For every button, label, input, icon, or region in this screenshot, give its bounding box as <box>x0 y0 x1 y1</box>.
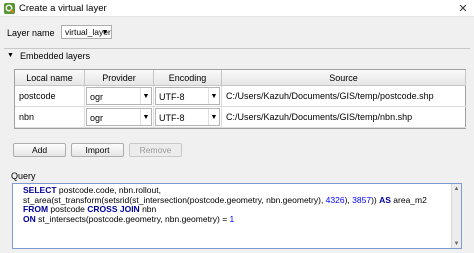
local-name-cell: postcode <box>19 91 56 101</box>
encoding-value: UTF-8 <box>159 113 185 123</box>
chevron-down-icon[interactable]: ▼ <box>208 109 219 125</box>
provider-cell[interactable]: ogr ▼ <box>85 107 154 128</box>
chevron-down-icon[interactable]: ▼ <box>208 88 219 104</box>
provider-cell[interactable]: ogr ▼ <box>85 86 154 107</box>
local-name-cell: nbn <box>19 112 35 122</box>
close-icon[interactable]: ✕ <box>452 0 474 17</box>
provider-value: ogr <box>90 92 104 102</box>
sql-number: 4326 <box>325 194 345 205</box>
chevron-down-icon[interactable]: ▼ <box>140 88 151 104</box>
layer-name-label: Layer name <box>7 28 55 38</box>
encoding-cell[interactable]: UTF-8 ▼ <box>154 107 222 128</box>
sql-number: 1 <box>229 213 235 224</box>
chevron-down-icon[interactable]: ▼ <box>99 26 111 38</box>
embedded-layers-header[interactable]: ▼ Embedded layers <box>4 48 470 62</box>
sql-keyword: SELECT <box>23 185 57 195</box>
embedded-layers-title: Embedded layers <box>20 51 91 61</box>
title-bar: Create a virtual layer ✕ <box>0 0 474 17</box>
query-title: Query <box>11 171 36 181</box>
import-button[interactable]: Import <box>71 143 124 157</box>
source-value: C:/Users/Kazuh/Documents/GIS/temp/postco… <box>226 91 434 101</box>
provider-combo[interactable]: ogr ▼ <box>86 87 152 105</box>
sql-text-segment: area_m2 <box>390 194 427 205</box>
table-row[interactable]: nbn <box>15 107 85 128</box>
sql-keyword: ON <box>23 213 36 224</box>
column-header-encoding[interactable]: Encoding <box>154 70 222 86</box>
encoding-combo[interactable]: UTF-8 ▼ <box>155 108 220 126</box>
scroll-up-icon[interactable]: ▲ <box>452 184 461 193</box>
vertical-scrollbar[interactable]: ▲ ▼ <box>451 184 461 248</box>
sql-number: 3857 <box>352 194 372 205</box>
sql-text-segment: st_intersects(postcode.geometry, nbn.geo… <box>35 213 230 224</box>
sql-text[interactable]: SELECT postcode.code, nbn.rollout, st_ar… <box>23 185 443 224</box>
collapse-arrow-icon[interactable]: ▼ <box>7 52 14 59</box>
sql-text-segment: postcode.code, nbn.rollout, <box>56 185 161 195</box>
encoding-cell[interactable]: UTF-8 ▼ <box>154 86 222 107</box>
encoding-combo[interactable]: UTF-8 ▼ <box>155 87 220 105</box>
table-row[interactable]: postcode <box>15 86 85 107</box>
column-header-local-name[interactable]: Local name <box>15 70 85 86</box>
sql-text-segment: )) <box>371 194 380 205</box>
source-cell[interactable]: C:/Users/Kazuh/Documents/GIS/temp/postco… <box>222 86 466 107</box>
source-cell[interactable]: C:/Users/Kazuh/Documents/GIS/temp/nbn.sh… <box>222 107 466 128</box>
sql-text-segment: postcode <box>48 204 88 215</box>
scroll-down-icon[interactable]: ▼ <box>452 239 461 248</box>
embedded-layers-table[interactable]: Local name Provider Encoding Source post… <box>14 69 466 129</box>
chevron-down-icon[interactable]: ▼ <box>140 109 151 125</box>
sql-keyword: FROM <box>23 204 49 215</box>
source-value: C:/Users/Kazuh/Documents/GIS/temp/nbn.sh… <box>226 112 413 122</box>
column-header-source[interactable]: Source <box>222 70 466 86</box>
add-button[interactable]: Add <box>13 143 66 157</box>
query-editor[interactable]: SELECT postcode.code, nbn.rollout, st_ar… <box>12 183 462 249</box>
sql-text-segment: st_area(st_transform(setsrid(st_intersec… <box>23 194 326 205</box>
column-header-provider[interactable]: Provider <box>85 70 154 86</box>
provider-combo[interactable]: ogr ▼ <box>86 108 152 126</box>
provider-value: ogr <box>90 113 104 123</box>
sql-text-segment: nbn <box>139 204 157 215</box>
layer-name-combo[interactable]: virtual_layer ▼ <box>61 25 112 39</box>
remove-button[interactable]: Remove <box>129 143 182 157</box>
qgis-icon <box>4 3 15 14</box>
window-title: Create a virtual layer <box>19 3 107 14</box>
sql-keyword: AS <box>379 194 391 205</box>
sql-keyword: CROSS JOIN <box>87 204 140 215</box>
encoding-value: UTF-8 <box>159 92 185 102</box>
